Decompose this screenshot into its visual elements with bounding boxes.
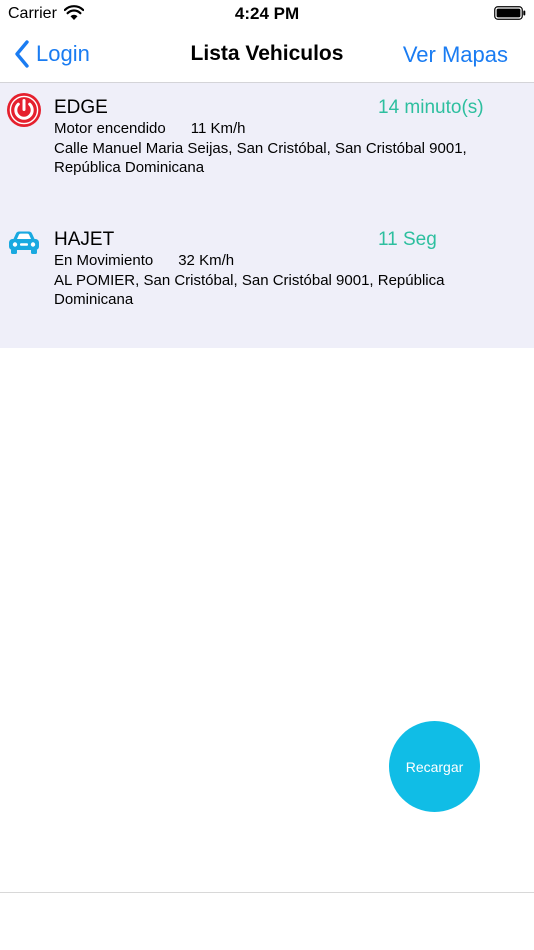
vehicle-row[interactable]: EDGE 14 minuto(s) Motor encendido 11 Km/… [0, 83, 534, 215]
status-bar: Carrier 4:24 PM [0, 0, 534, 28]
vehicle-name: EDGE [54, 97, 108, 118]
vehicle-last-update: 11 Seg [378, 229, 437, 250]
vehicle-status: Motor encendido 11 Km/h [54, 120, 246, 137]
car-icon [9, 231, 39, 254]
view-maps-button[interactable]: Ver Mapas [403, 42, 508, 68]
vehicle-row[interactable]: HAJET 11 Seg En Movimiento 32 Km/h AL PO… [0, 215, 534, 347]
vehicle-status: En Movimiento 32 Km/h [54, 252, 235, 269]
vehicle-address: Calle Manuel Maria Seijas, San Cristóbal… [54, 140, 467, 176]
status-time: 4:24 PM [234, 4, 300, 23]
vehicle-list: EDGE 14 minuto(s) Motor encendido 11 Km/… [0, 83, 534, 348]
battery-icon [494, 6, 526, 20]
navigation-bar: Login Lista Vehiculos Ver Mapas [0, 28, 534, 83]
bottom-divider [0, 892, 534, 893]
power-icon [7, 93, 41, 127]
reload-button[interactable]: Recargar [389, 721, 480, 812]
vehicle-name: HAJET [54, 229, 115, 250]
vehicle-last-update: 14 minuto(s) [378, 97, 484, 118]
vehicle-address: AL POMIER, San Cristóbal, San Cristóbal … [54, 272, 445, 308]
